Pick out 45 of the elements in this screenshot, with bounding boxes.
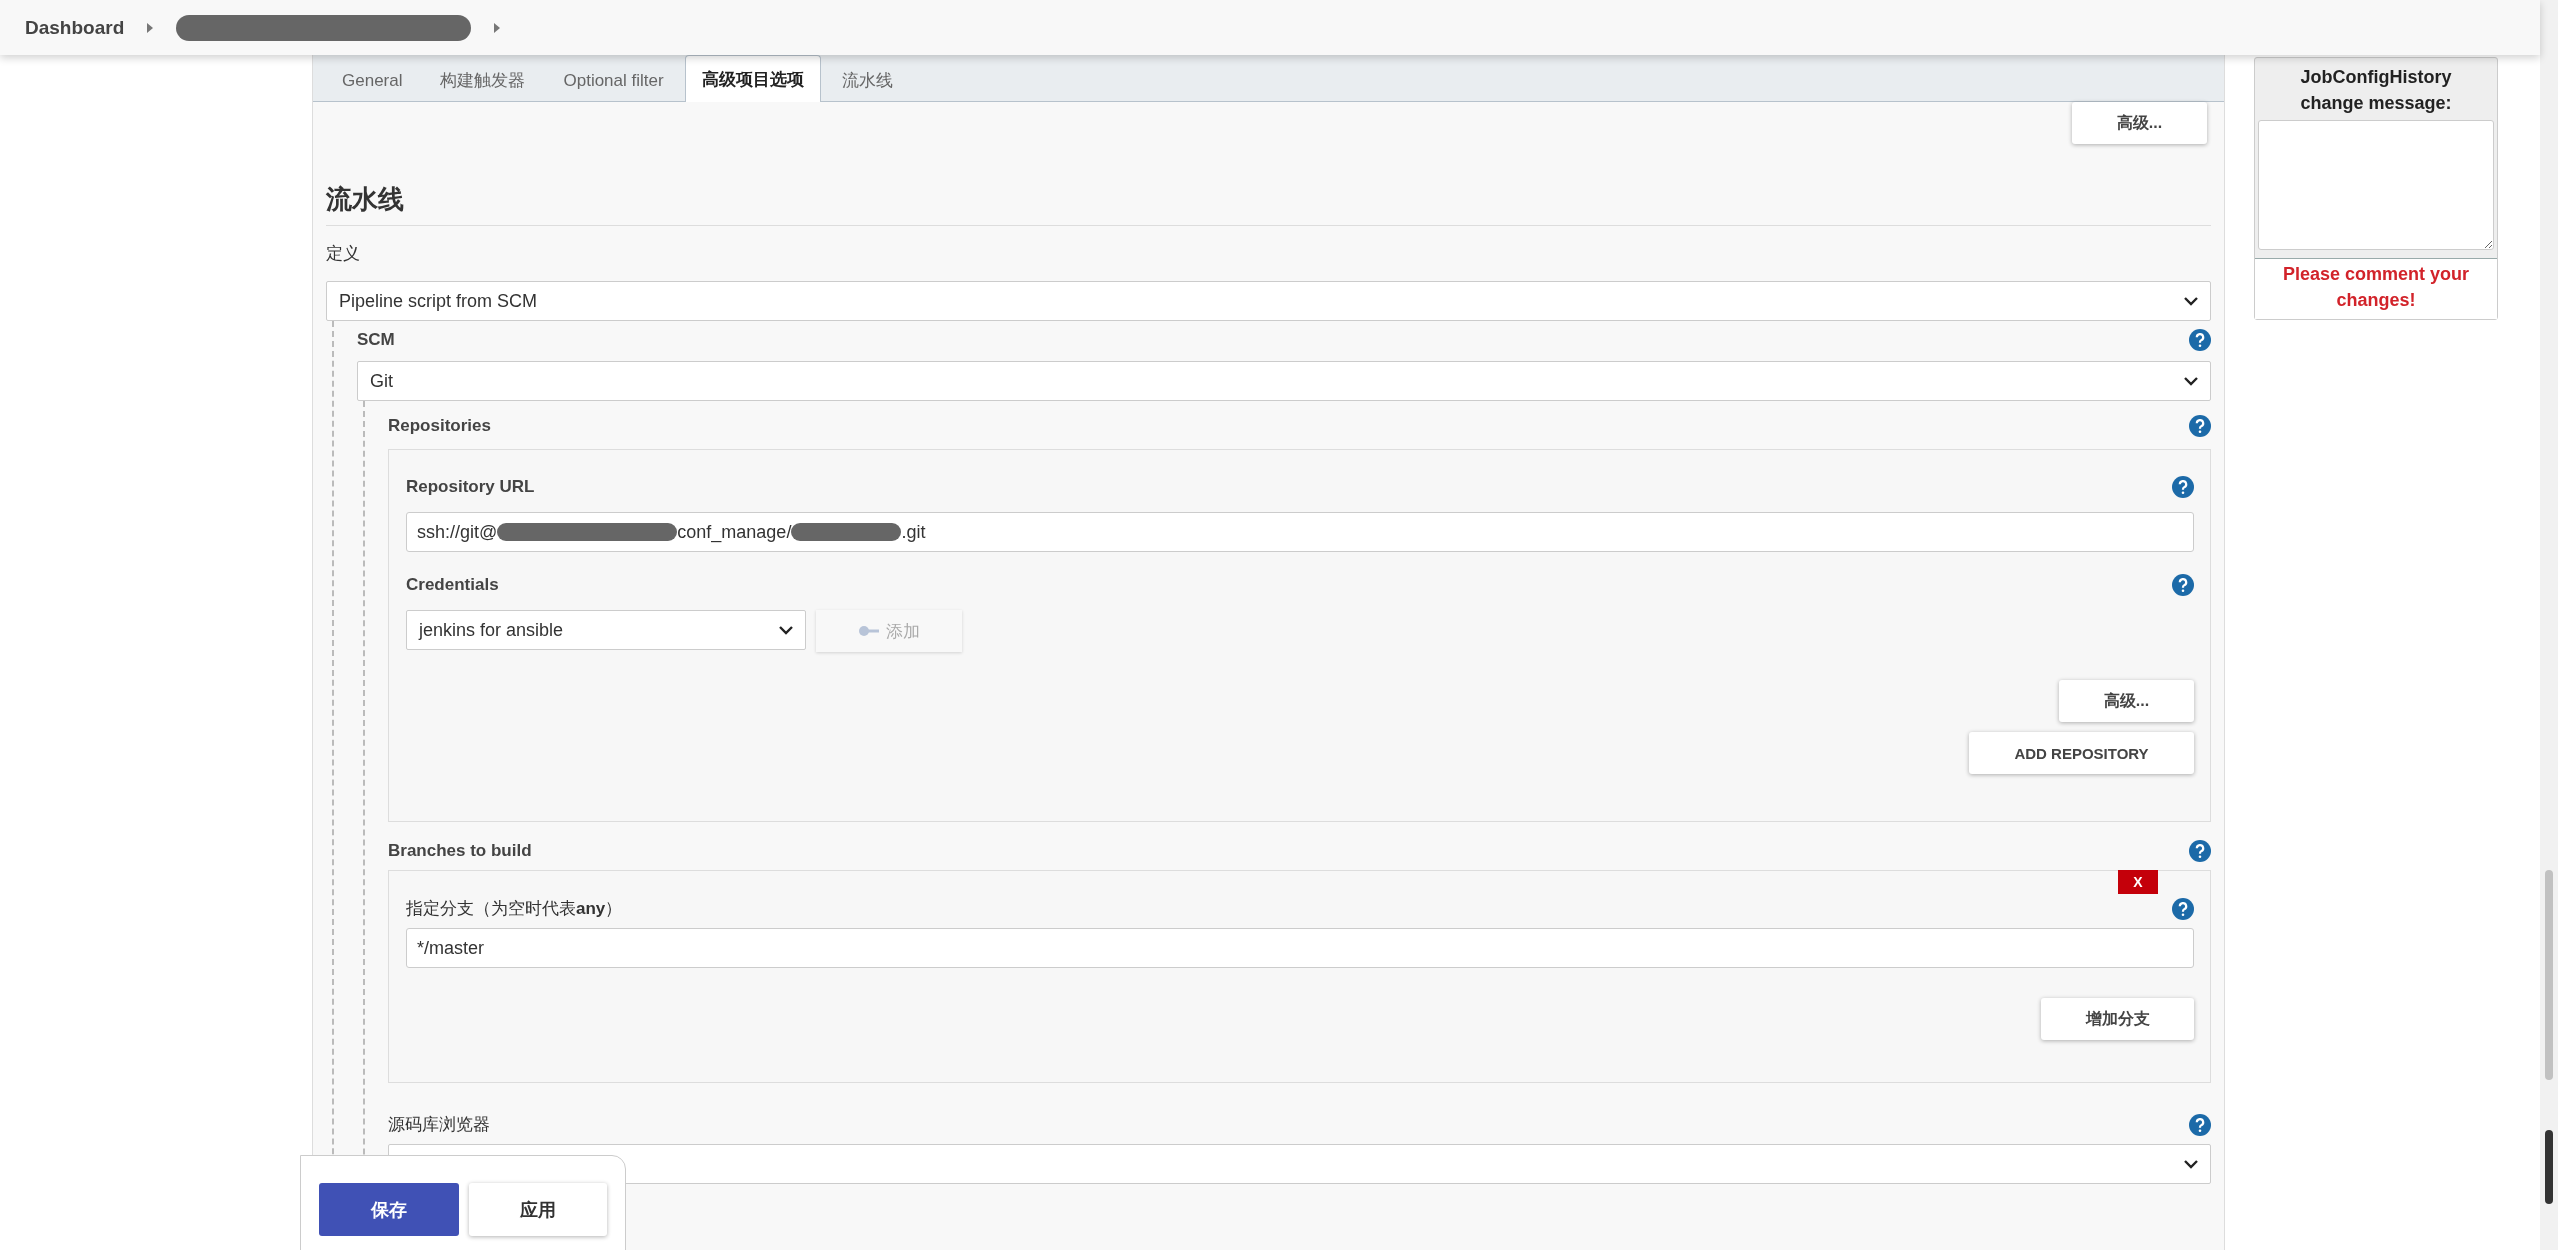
caret-icon[interactable] (146, 21, 155, 34)
field-label: Branches to build (388, 841, 532, 861)
change-message-field[interactable] (2258, 120, 2494, 250)
field-label: Credentials (406, 575, 499, 595)
panel-title: JobConfigHistory change message: (2299, 66, 2453, 115)
tab[interactable]: General (325, 58, 420, 102)
branch-field[interactable]: */master (406, 928, 2194, 968)
caret-icon[interactable] (493, 21, 502, 34)
breadcrumb-link[interactable]: Dashboard (25, 16, 125, 39)
help-icon[interactable] (2172, 897, 2194, 920)
advanced-button[interactable]: 高级... (2072, 102, 2207, 144)
tab[interactable]: 流水线 (824, 58, 910, 102)
repository-url-field[interactable]: ssh://git@ conf_manage/ .git (406, 512, 2194, 552)
advanced-button[interactable]: 高级... (2059, 680, 2194, 722)
save-button[interactable]: 保存 (319, 1183, 459, 1236)
field-label: 源码库浏览器 (388, 1114, 490, 1136)
help-icon[interactable] (2189, 415, 2211, 437)
field-label: Repository URL (406, 477, 535, 497)
definition-select[interactable]: Pipeline script from SCM (326, 281, 2211, 321)
scm-select[interactable]: Git (357, 361, 2211, 401)
chevron-icon (2184, 1159, 2198, 1169)
chevron-icon (2184, 296, 2198, 306)
help-icon[interactable] (2172, 574, 2194, 596)
warning-message: Please comment your changes! (2255, 258, 2497, 319)
apply-button[interactable]: 应用 (469, 1183, 607, 1236)
field-label: 指定分支（为空时代表any） (406, 898, 623, 920)
help-icon[interactable] (2189, 1113, 2211, 1136)
tab[interactable]: 高级项目选项 (684, 55, 821, 102)
tab[interactable]: 构建触发器 (423, 58, 543, 102)
help-icon[interactable] (2172, 476, 2194, 498)
add-branch-button[interactable]: 增加分支 (2041, 998, 2194, 1040)
chevron-icon (779, 625, 793, 635)
chevron-icon (2184, 376, 2198, 386)
scrollbar[interactable] (2540, 0, 2558, 1250)
help-icon[interactable] (2189, 329, 2211, 351)
field-label: Repositories (388, 416, 491, 436)
add-repository-button[interactable]: ADD REPOSITORY (1969, 732, 2194, 774)
section-title: 流水线 (326, 182, 2211, 226)
field-label: SCM (357, 330, 395, 350)
delete-button[interactable]: X (2118, 870, 2158, 894)
credentials-select[interactable]: jenkins for ansible (406, 610, 806, 650)
field-label: 定义 (326, 243, 361, 265)
tab[interactable]: Optional filter (546, 58, 681, 102)
key-icon (858, 625, 880, 637)
help-icon[interactable] (2189, 840, 2211, 862)
